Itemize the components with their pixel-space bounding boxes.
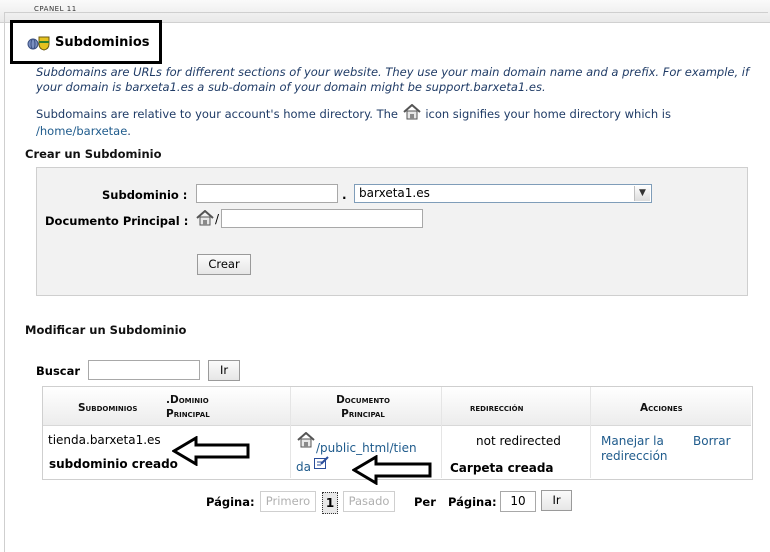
- pagination-label: Página:: [206, 495, 255, 509]
- description-2-part2: icon signifies your home directory which…: [425, 107, 671, 121]
- create-button[interactable]: Crear: [197, 254, 251, 275]
- dot-separator: .: [342, 188, 347, 202]
- arrow-left-icon: [172, 436, 250, 466]
- description-2-part1: Subdomains are relative to your account'…: [36, 107, 398, 121]
- column-header-redirect: redirección: [470, 402, 524, 414]
- chevron-down-icon[interactable]: ▼: [634, 186, 650, 201]
- create-section-title: Crear un Subdominio: [25, 147, 162, 161]
- domain-select[interactable]: barxeta1.es ▼: [354, 184, 652, 203]
- search-input[interactable]: [88, 360, 200, 380]
- frame-top-line: [4, 12, 768, 13]
- column-header-subdomains[interactable]: Subdominios: [78, 401, 137, 415]
- annotation-subdomain-created: subdominio creado: [49, 457, 178, 471]
- frame-left-line: [4, 12, 5, 552]
- domain-select-value: barxeta1.es: [359, 186, 430, 200]
- docroot-link[interactable]: /public_html/tien: [316, 441, 417, 455]
- redirect-status: not redirected: [476, 434, 561, 448]
- subdomain-input[interactable]: [196, 184, 338, 203]
- column-divider: [590, 387, 591, 478]
- column-header-actions: Acciones: [640, 402, 683, 414]
- home-icon: [296, 431, 316, 451]
- docroot-link-cont[interactable]: da: [296, 460, 311, 474]
- home-icon: [402, 103, 422, 124]
- pagination-last[interactable]: Pasado: [343, 491, 395, 512]
- per-page-input[interactable]: 10: [500, 491, 536, 512]
- subdomains-icon: [27, 35, 51, 51]
- manage-redirect-line1[interactable]: Manejar la: [601, 434, 668, 449]
- home-directory-link[interactable]: /home/barxetae: [36, 124, 127, 138]
- subdomain-label: Subdominio :: [102, 188, 188, 202]
- manage-redirect-link[interactable]: Manejar la redirección: [601, 434, 668, 464]
- column-header-main-domain[interactable]: .Dominio Principal: [166, 393, 236, 421]
- per-page-go-button[interactable]: Ir: [541, 490, 572, 511]
- edit-icon[interactable]: [314, 456, 329, 472]
- column-divider: [441, 387, 442, 478]
- search-label: Buscar: [36, 364, 81, 378]
- docroot-label: Documento Principal :: [45, 214, 189, 228]
- page-title: Subdominios: [55, 35, 150, 50]
- column-divider: [290, 387, 291, 478]
- description-1-line2: your domain is barxeta1.es a sub-domain …: [36, 80, 546, 94]
- cpanel-label: CPANEL 11: [34, 5, 77, 13]
- description-1-line1: Subdomains are URLs for different sectio…: [36, 65, 750, 79]
- pagination-current-page[interactable]: 1: [322, 492, 338, 514]
- home-icon: [195, 209, 215, 229]
- column-header-docroot[interactable]: Documento Principal: [318, 393, 408, 421]
- delete-link[interactable]: Borrar: [693, 434, 731, 448]
- annotation-folder-created: Carpeta creada: [450, 461, 554, 475]
- docroot-input[interactable]: [221, 209, 423, 228]
- manage-redirect-line2[interactable]: redirección: [601, 449, 668, 464]
- per-label: Per: [414, 495, 436, 509]
- subdomain-cell: tienda.barxeta1.es: [48, 433, 161, 447]
- search-button[interactable]: Ir: [208, 360, 240, 381]
- description-2: Subdomains are relative to your account'…: [36, 103, 756, 139]
- arrow-left-icon: [352, 455, 432, 485]
- description-1: Subdomains are URLs for different sectio…: [36, 65, 756, 95]
- per-page-label: Página:: [448, 495, 497, 509]
- modify-section-title: Modificar un Subdominio: [25, 323, 187, 337]
- pagination-first[interactable]: Primero: [260, 491, 316, 512]
- page-title-box: Subdominios: [10, 20, 162, 64]
- description-2-end: .: [127, 124, 131, 138]
- docroot-slash: /: [215, 212, 220, 226]
